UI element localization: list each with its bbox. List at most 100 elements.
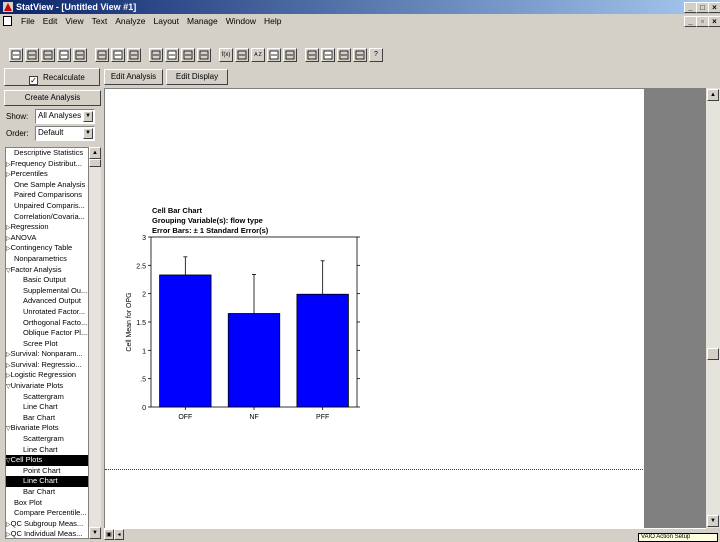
list-item[interactable]: ▽Univariate Plots: [6, 381, 88, 392]
list-item[interactable]: ▷Survival: Regressio...: [6, 360, 88, 371]
list-item[interactable]: Advanced Output: [6, 296, 88, 307]
list-item[interactable]: ▷ANOVA: [6, 233, 88, 244]
show-select[interactable]: All Analyses ▼: [35, 109, 95, 124]
view-vertical-scrollbar[interactable]: ▲ ▼: [706, 88, 720, 528]
scroll-left-icon[interactable]: ◂: [114, 529, 124, 540]
list-item[interactable]: ▽Factor Analysis: [6, 265, 88, 276]
list-scrollbar[interactable]: ▲ ▼: [89, 147, 101, 539]
bar-nf[interactable]: [227, 313, 281, 408]
list-item[interactable]: ▷Percentiles: [6, 169, 88, 180]
copy-icon[interactable]: [111, 48, 125, 62]
folder-icon[interactable]: [41, 48, 55, 62]
menu-text[interactable]: Text: [92, 15, 108, 28]
list-item[interactable]: Scattergram: [6, 434, 88, 445]
list-item[interactable]: Supplemental Ou...: [6, 286, 88, 297]
list-item[interactable]: Unrotated Factor...: [6, 307, 88, 318]
list-item[interactable]: Point Chart: [6, 466, 88, 477]
page-view-icon[interactable]: ▣: [104, 529, 114, 540]
list-item[interactable]: One Sample Analysis: [6, 180, 88, 191]
scroll-up-icon[interactable]: ▲: [89, 147, 101, 159]
save-icon[interactable]: [57, 48, 71, 62]
select-icon[interactable]: [321, 48, 335, 62]
list-item[interactable]: ▷Frequency Distribut...: [6, 159, 88, 170]
paste-icon[interactable]: [127, 48, 141, 62]
open-icon[interactable]: [25, 48, 39, 62]
list-item[interactable]: Compare Percentile...: [6, 508, 88, 519]
scroll-thumb[interactable]: [707, 348, 719, 360]
dot-icon[interactable]: [197, 48, 211, 62]
list-item[interactable]: Orthogonal Facto...: [6, 318, 88, 329]
menu-analyze[interactable]: Analyze: [115, 15, 145, 28]
menu-manage[interactable]: Manage: [187, 15, 218, 28]
list-item[interactable]: Paired Comparisons: [6, 190, 88, 201]
list-item-label: Cell Plots: [10, 455, 43, 465]
scroll-down-icon[interactable]: ▼: [707, 515, 719, 527]
list-item[interactable]: Basic Output: [6, 275, 88, 286]
function-icon[interactable]: f(x): [219, 48, 233, 62]
view-icon[interactable]: [165, 48, 179, 62]
list-item[interactable]: Oblique Factor Pl...: [6, 328, 88, 339]
window-titlebar[interactable]: StatView - [Untitled View #1] _ □ ×: [0, 0, 720, 14]
list-item[interactable]: ▷Regression: [6, 222, 88, 233]
menu-layout[interactable]: Layout: [153, 15, 179, 28]
recalculate-button[interactable]: ✓ Recalculate: [4, 68, 100, 86]
print-icon[interactable]: [73, 48, 87, 62]
scroll-up-icon[interactable]: ▲: [707, 89, 719, 101]
bar-pff[interactable]: [296, 293, 349, 408]
brush-icon[interactable]: [283, 48, 297, 62]
list-item-label: Percentiles: [10, 169, 48, 179]
list-item[interactable]: Correlation/Covaria...: [6, 212, 88, 223]
close-button[interactable]: ×: [708, 2, 720, 13]
help-icon[interactable]: ?: [369, 48, 383, 62]
chevron-down-icon[interactable]: ▼: [83, 111, 93, 122]
list-item[interactable]: ▷Logistic Regression: [6, 370, 88, 381]
grid-icon[interactable]: [235, 48, 249, 62]
scroll-thumb[interactable]: [89, 159, 101, 167]
list-item[interactable]: Bar Chart: [6, 413, 88, 424]
table-icon[interactable]: [181, 48, 195, 62]
recalculate-checkbox[interactable]: ✓: [29, 76, 38, 85]
bar-off[interactable]: [159, 274, 212, 408]
cut-icon[interactable]: [95, 48, 109, 62]
list-item[interactable]: ▷Survival: Nonparam...: [6, 349, 88, 360]
menu-edit[interactable]: Edit: [43, 15, 58, 28]
menu-file[interactable]: File: [21, 15, 35, 28]
list-item[interactable]: Unpaired Comparis...: [6, 201, 88, 212]
edit-display-button[interactable]: Edit Display: [166, 69, 228, 85]
view-canvas[interactable]: Cell Bar Chart Grouping Variable(s): flo…: [104, 88, 644, 528]
new-icon[interactable]: [9, 48, 23, 62]
list-item[interactable]: Nonparametrics: [6, 254, 88, 265]
list-item[interactable]: Line Chart: [6, 402, 88, 413]
menu-view[interactable]: View: [65, 15, 83, 28]
list-item[interactable]: Bar Chart: [6, 487, 88, 498]
pencil-icon[interactable]: [337, 48, 351, 62]
chevron-down-icon[interactable]: ▼: [83, 128, 93, 139]
menu-window[interactable]: Window: [226, 15, 256, 28]
list-item[interactable]: Line Chart: [6, 445, 88, 456]
analysis-list[interactable]: Descriptive Statistics ▷Frequency Distrib…: [5, 147, 89, 539]
menu-help[interactable]: Help: [264, 15, 281, 28]
view-horizontal-scrollbar[interactable]: ▣ ◂: [104, 528, 706, 541]
variables-icon[interactable]: [267, 48, 281, 62]
edit-analysis-button[interactable]: Edit Analysis: [104, 69, 163, 85]
cell-bar-chart[interactable]: 0 .5 1 1.5 2 2.5 3 Cell Mean for OPG OFF NF PFF: [105, 229, 405, 429]
list-item[interactable]: ▷QC Subgroup Meas...: [6, 519, 88, 530]
list-item[interactable]: ▷Contingency Table: [6, 243, 88, 254]
arrow-icon[interactable]: [305, 48, 319, 62]
order-select[interactable]: Default ▼: [35, 126, 95, 141]
list-item[interactable]: Scattergram: [6, 392, 88, 403]
list-item[interactable]: ▽Cell Plots: [6, 455, 88, 466]
list-item[interactable]: Scree Plot: [6, 339, 88, 350]
zoom-icon[interactable]: [353, 48, 367, 62]
doc-close-button[interactable]: ×: [708, 16, 720, 27]
list-item[interactable]: ▽Bivariate Plots: [6, 423, 88, 434]
list-item[interactable]: Box Plot: [6, 498, 88, 509]
link-icon[interactable]: [149, 48, 163, 62]
create-analysis-button[interactable]: Create Analysis: [4, 90, 101, 106]
list-item[interactable]: Descriptive Statistics: [6, 148, 88, 159]
list-item[interactable]: Line Chart: [6, 476, 88, 487]
list-item[interactable]: ▷QC Individual Meas...: [6, 529, 88, 538]
scroll-down-icon[interactable]: ▼: [89, 527, 101, 539]
document-icon[interactable]: [3, 16, 12, 26]
sort-icon[interactable]: A Z: [251, 48, 265, 62]
